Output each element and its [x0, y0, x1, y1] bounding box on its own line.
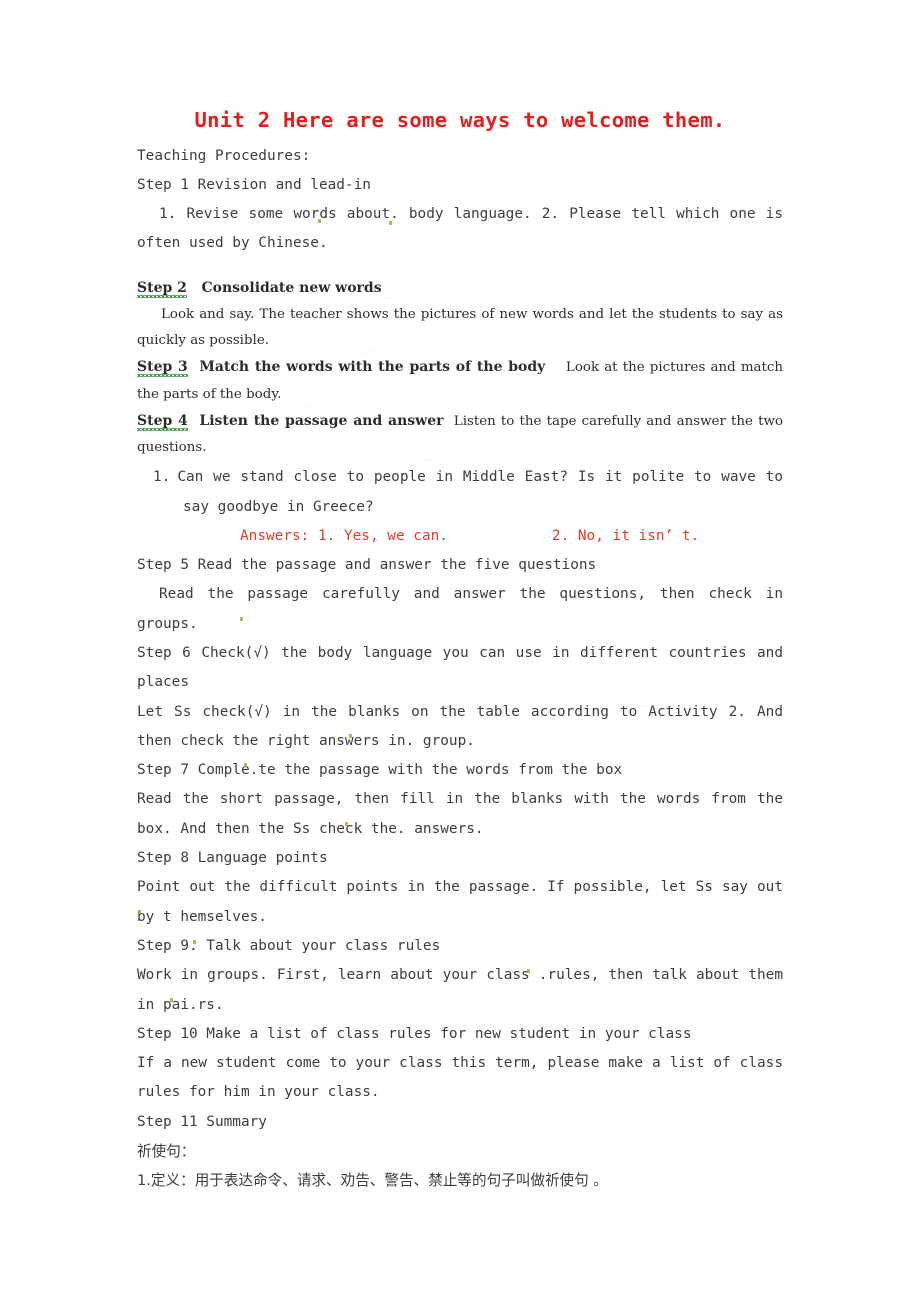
- listening-question-item: 1. Can we stand close to people in Middle…: [137, 463, 783, 522]
- page-title: Unit 2 Here are some ways to welcome the…: [194, 108, 726, 132]
- step-5-text: Read the passage carefully and answer th…: [137, 586, 783, 632]
- step-9-heading: Step 9. Talk about your class rules: [137, 937, 441, 954]
- teaching-procedures-label: Teaching Procedures:: [137, 147, 311, 164]
- scan-artifact-dot: [318, 219, 321, 223]
- chinese-definition: 1.定义：用于表达命令、请求、劝告、警告、禁止等的句子叫做祈使句 。: [137, 1172, 608, 1190]
- scan-artifact-dot: [240, 617, 243, 621]
- scan-artifact-dot: [345, 822, 348, 826]
- step-4-heading-prefix: Step 4: [137, 412, 188, 429]
- scan-artifact-dot: [138, 910, 141, 914]
- chinese-heading: 祈使句：: [137, 1143, 196, 1161]
- step-2-heading-rest: Consolidate new words: [201, 279, 382, 296]
- scan-artifact-dot: [244, 763, 247, 767]
- step-3-line: Step 3 Match the words with the parts of…: [137, 354, 783, 407]
- document-content: Unit 2 Here are some ways to welcome the…: [137, 108, 783, 1196]
- step-3-heading-rest: Match the words with the parts of the bo…: [199, 359, 546, 376]
- step-11-heading: Step 11 Summary: [137, 1113, 267, 1130]
- step-6-heading: Step 6 Check(√) the body language you ca…: [137, 644, 783, 691]
- step-7-text: Read the short passage, then fill in the…: [137, 791, 783, 837]
- step-9-text: Work in groups. First, learn about your …: [137, 967, 783, 1013]
- step-10-text: If a new student come to your class this…: [137, 1055, 783, 1101]
- step-2-heading: Step 2 Consolidate new words: [137, 275, 783, 302]
- step-7-heading: Step 7 Comple.te the passage with the wo…: [137, 762, 623, 779]
- step-4-heading-rest: Listen the passage and answer: [199, 412, 444, 429]
- step-6-text: Let Ss check(√) in the blanks on the tab…: [137, 703, 783, 749]
- document-page: ···· ··· ···· ··· ···· ·· ··· ·· ·· Unit…: [0, 0, 920, 1302]
- step-8-heading: Step 8 Language points: [137, 850, 328, 867]
- question-text: Can we stand close to people in Middle E…: [177, 469, 783, 515]
- scan-artifact-dot: [527, 969, 530, 973]
- question-number: 1.: [153, 469, 171, 486]
- step-1-items: 1. Revise some words about. body languag…: [137, 206, 783, 252]
- step-2-text-value: Look and say. The teacher shows the pict…: [137, 306, 783, 349]
- step-4-line: Step 4 Listen the passage and answer Lis…: [137, 408, 783, 461]
- step-1-heading: Step 1 Revision and lead-in: [137, 176, 371, 193]
- scan-artifact-dot: [170, 998, 173, 1002]
- step-8-text: Point out the difficult points in the pa…: [137, 879, 783, 925]
- step-2-text: Look and say. The teacher shows the pict…: [137, 302, 783, 354]
- step-2-heading-prefix: Step 2: [137, 279, 187, 296]
- scan-artifact-dot: [389, 221, 392, 225]
- answers-line: Answers: 1. Yes, we can. 2. No, it isn’ …: [240, 527, 700, 544]
- serif-steps-block: Step 2 Consolidate new words Look and sa…: [137, 275, 783, 461]
- scan-artifact-dot: [193, 940, 196, 944]
- scan-artifact-dot: [349, 734, 352, 738]
- step-5-heading: Step 5 Read the passage and answer the f…: [137, 557, 597, 574]
- step-3-heading-prefix: Step 3: [137, 359, 188, 376]
- step-10-heading: Step 10 Make a list of class rules for n…: [137, 1025, 692, 1042]
